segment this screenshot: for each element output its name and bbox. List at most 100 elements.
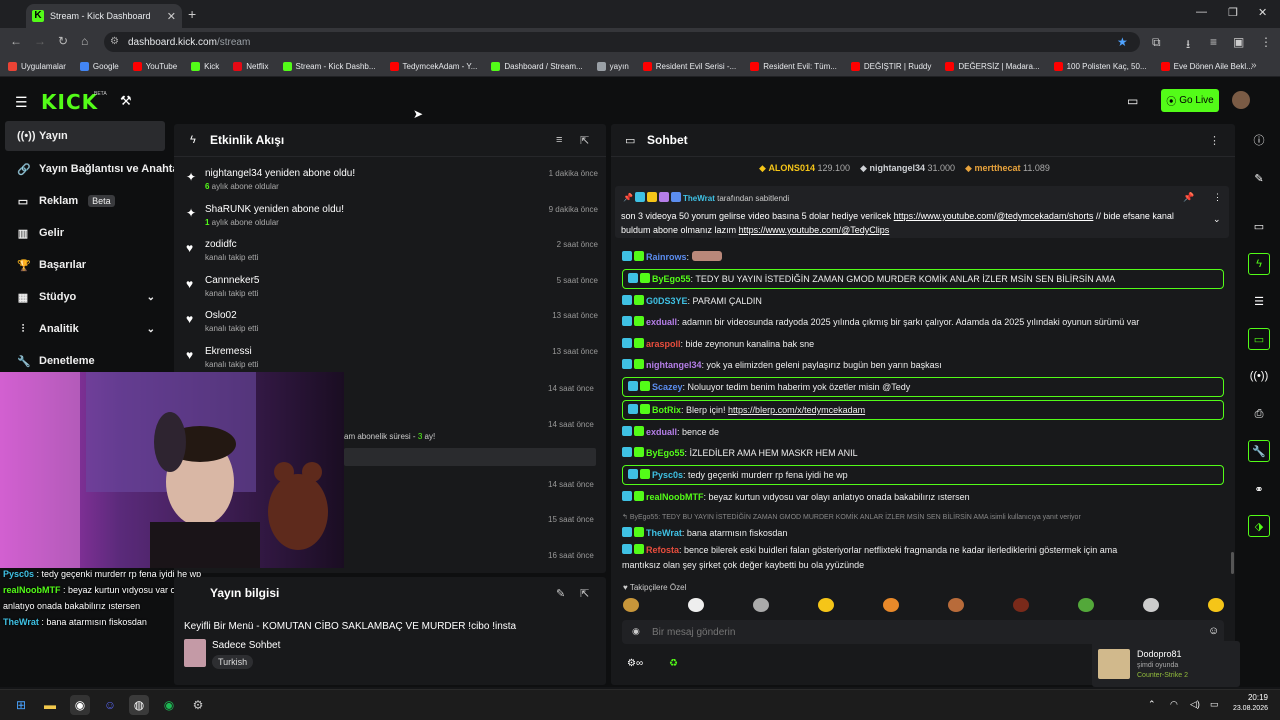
emote-icon[interactable] [883,598,899,612]
chat-message[interactable]: BotRix: Blerp için! https://blerp.com/x/… [622,400,1224,420]
browser-tab[interactable]: K Stream - Kick Dashboard ✕ [26,4,182,28]
app-icon[interactable]: ⚙ [188,695,208,715]
settings-icon[interactable]: ⚙∞ [627,658,643,669]
stream-category[interactable]: Sadece Sohbet [212,640,280,651]
spotify-icon[interactable]: ◉ [159,695,179,715]
menu-icon[interactable]: ⋮ [1260,35,1272,49]
windows-start-icon[interactable]: ⊞ [11,695,31,715]
close-window-icon[interactable]: ✕ [1258,6,1267,19]
bookmark-item[interactable]: Resident Evil Serisi -... [642,61,736,71]
chat-link[interactable]: https://blerp.com/x/tedymcekadam [728,405,865,415]
leader-entry[interactable]: ◆ ALONS014 129.100 [759,163,850,174]
reload-icon[interactable]: ↻ [58,34,68,48]
more-bookmarks-icon[interactable]: » [1251,60,1257,71]
chat-message[interactable]: exduall: bence de [622,425,1224,440]
chat-message[interactable]: araspoll: bide zeynonun kanalina bak sne [622,337,1224,352]
kick-logo[interactable]: KICK [41,90,98,114]
close-tab-icon[interactable]: ✕ [167,10,176,23]
address-bar[interactable]: dashboard.kick.com/stream [104,32,1140,52]
chat-icon[interactable]: ▭ [1248,328,1270,350]
chat-message[interactable]: Rainrows: [622,250,1224,265]
chat-username[interactable]: Scazey [652,382,683,392]
sidebar-item-basarilar[interactable]: 🏆 Başarılar [5,250,165,280]
bookmark-star-icon[interactable]: ★ [1117,35,1128,49]
bookmark-item[interactable]: TedymcekAdam - Y... [389,61,477,71]
back-icon[interactable]: ← [10,34,22,48]
chat-message[interactable]: Scazey: Noluuyor tedim benim haberim yok… [622,377,1224,397]
leader-entry[interactable]: ◆ nightangel34 31.000 [860,163,955,174]
emote-icon[interactable] [1208,598,1224,612]
lightning-icon[interactable]: ϟ [1248,253,1270,275]
emote-icon[interactable] [948,598,964,612]
discord-icon[interactable]: ☺ [100,695,120,715]
chat-message[interactable]: realNoobMTF: beyaz kurtun vıdyosu var ol… [622,490,1224,505]
chat-username[interactable]: exduall [646,317,677,327]
list-icon[interactable]: ☰ [1248,290,1270,312]
emote-icon[interactable] [1078,598,1094,612]
minimize-icon[interactable]: — [1196,6,1207,18]
sidebar-item-analitik[interactable]: ⫶ Analitik ⌄ [5,314,165,344]
event-row[interactable]: ✦ nightangel34 yeniden abone oldu! 6 ayl… [184,166,598,200]
emote-icon[interactable] [688,598,704,612]
message-input[interactable] [652,623,1172,641]
chat-username[interactable]: BotRix [652,405,681,415]
bookmark-item[interactable]: YouTube [132,61,177,71]
game-notification[interactable]: Dodopro81 şimdi oyunda Counter-Strike 2 [1092,641,1240,687]
site-info-icon[interactable]: ⚙ [110,36,119,47]
file-explorer-icon[interactable]: ▬ [40,695,60,715]
event-row[interactable]: ♥ zodidfc kanalı takip etti 2 saat önce [184,237,598,271]
wrench-icon[interactable]: 🔧 [1248,440,1270,462]
emote-icon[interactable] [818,598,834,612]
event-row[interactable]: ♥ Oslo02 kanalı takip etti 13 saat önce [184,308,598,342]
chat-username[interactable]: exduall [646,427,677,437]
bookmark-item[interactable]: Uygulamalar [8,61,66,71]
extensions-icon[interactable]: ⧉ [1152,35,1161,50]
chat-scrollbar[interactable] [1231,552,1234,574]
tray-chevron-icon[interactable]: ⌃ [1148,699,1156,710]
chat-message[interactable]: nightangel34: yok ya elimizden geleni pa… [622,358,1224,373]
chat-options-icon[interactable]: ⋮ [1209,134,1220,147]
battery-icon[interactable]: ▭ [1210,699,1219,710]
clock-time[interactable]: 20:19 [1226,693,1268,702]
media-icon[interactable]: ≡ [1210,35,1217,49]
event-row[interactable]: ✦ ShaRUNK yeniden abone oldu! 1 aylık ab… [184,202,598,236]
expand-pinned-icon[interactable]: ⌄ [1213,214,1221,225]
bookmark-item[interactable]: Resident Evil: Tüm... [750,61,837,71]
download-icon[interactable]: ⭳ [1186,35,1190,56]
tag-icon[interactable]: ⬗ [1248,515,1270,537]
pinned-options-icon[interactable]: ⋮ [1213,192,1222,203]
bookmark-item[interactable]: yayın [596,61,629,71]
volume-icon[interactable]: ◁) [1190,699,1200,710]
recycle-icon[interactable]: ♻ [669,658,678,669]
chat-message[interactable]: G0DS3YE: PARAMI ÇALDIN [622,294,1224,309]
chat-username[interactable]: Rainrows [646,252,687,262]
chat-username[interactable]: realNoobMTF [646,492,704,502]
sidebar-item-yayin[interactable]: ((•)) Yayın [5,121,165,151]
pinned-link[interactable]: https://www.youtube.com/@tedymcekadam/sh… [894,211,1094,221]
theater-mode-icon[interactable]: ▭ [1127,94,1138,108]
network-icon[interactable]: ◠ [1170,699,1178,710]
emoji-icon[interactable]: ☺ [1208,625,1219,637]
chat-username[interactable]: araspoll [646,339,681,349]
profile-icon[interactable]: ▣ [1233,35,1244,49]
emote-icon[interactable] [623,598,639,612]
chrome-icon[interactable]: ◉ [70,695,90,715]
popout-icon[interactable]: ⇱ [580,587,589,600]
chat-username[interactable]: ByEgo55 [652,274,691,284]
edit-icon[interactable]: ✎ [1248,167,1270,189]
bookmark-item[interactable]: 100 Polisten Kaç, 50... [1053,61,1147,71]
go-live-button[interactable]: ⦿ Go Live [1161,89,1219,112]
chat-username[interactable]: ByEgo55 [646,448,685,458]
forward-icon[interactable]: → [34,34,46,48]
printer-icon[interactable]: ⎙ [1248,403,1270,425]
share-icon[interactable]: ⚭ [1248,478,1270,500]
maximize-icon[interactable]: ❐ [1228,6,1238,19]
chat-message[interactable]: TheWrat: bana atarmısın fiskosdan [622,526,1224,541]
emote-icon[interactable] [1013,598,1029,612]
edit-icon[interactable]: ✎ [556,587,565,600]
new-tab-icon[interactable]: + [188,6,196,22]
bookmark-item[interactable]: Stream - Kick Dashb... [282,61,376,71]
bookmark-item[interactable]: Eve Dönen Aile Bekl... [1160,61,1253,71]
chat-message[interactable]: ByEgo55: İZLEDİLER AMA HEM MASKR HEM ANI… [622,446,1224,461]
card-icon[interactable]: ▭ [1248,215,1270,237]
